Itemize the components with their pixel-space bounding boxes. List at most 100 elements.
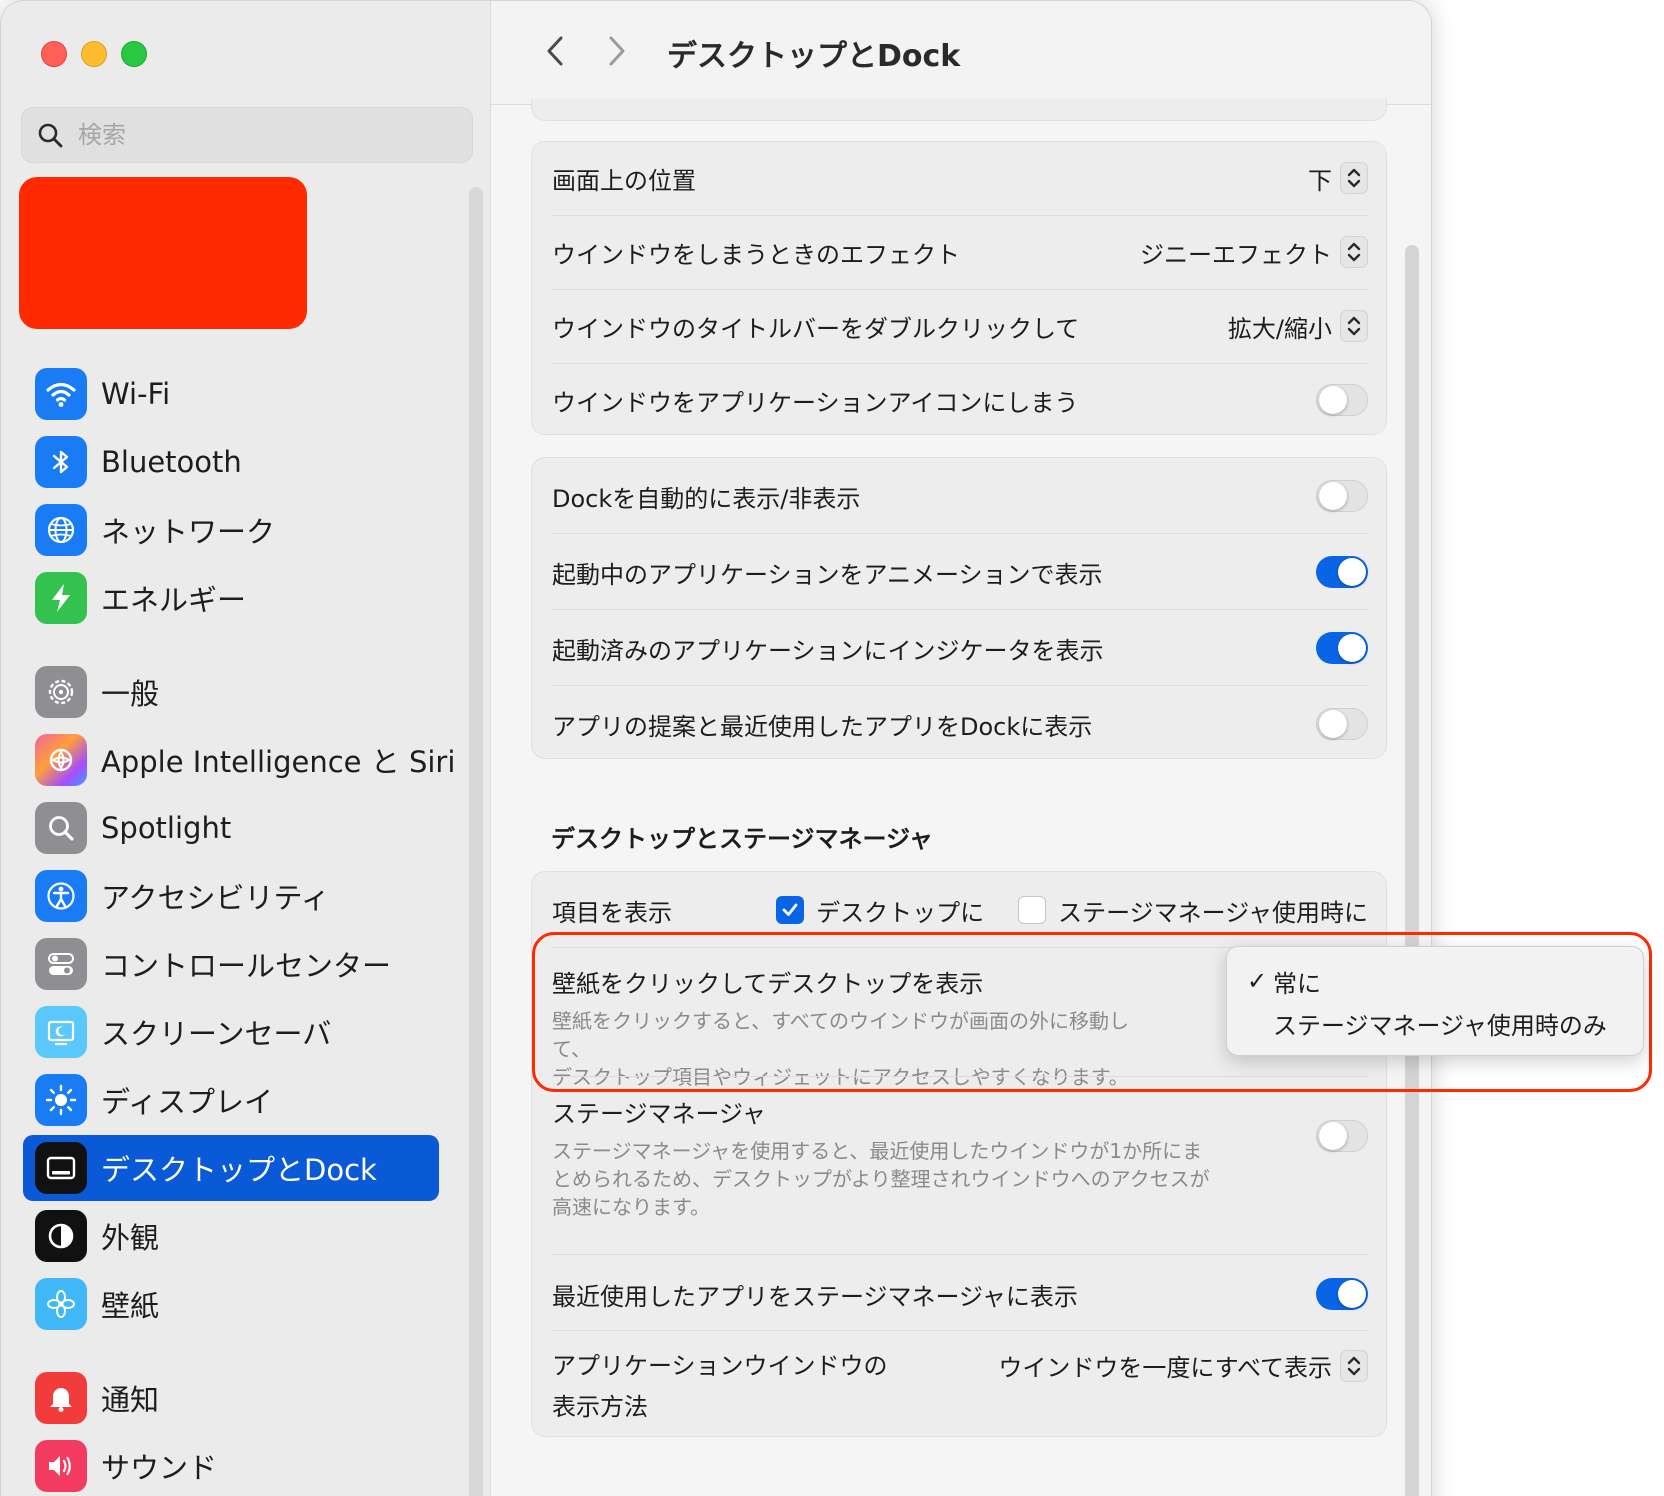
traffic-lights xyxy=(41,41,147,67)
position-row: 画面上の位置 下 xyxy=(552,158,1368,198)
toggles-icon xyxy=(35,938,87,990)
redacted-account-block[interactable] xyxy=(19,177,307,329)
position-popup[interactable]: 下 xyxy=(1308,161,1368,196)
sidebar-scrollbar[interactable] xyxy=(469,187,483,1496)
menu-item-always[interactable]: ✓ 常に xyxy=(1247,961,1321,1001)
accessibility-icon xyxy=(35,870,87,922)
menu-item-stage-only[interactable]: ステージマネージャ使用時のみ xyxy=(1247,1003,1607,1043)
sidebar-item-network[interactable]: ネットワーク xyxy=(23,497,439,563)
app-windows-popup[interactable]: ウインドウを一度にすべて表示 xyxy=(998,1348,1368,1383)
stage-checkbox-label: ステージマネージャ使用時に xyxy=(1058,898,1368,927)
sidebar-item-wallpaper[interactable]: 壁紙 xyxy=(23,1271,439,1337)
search-field[interactable] xyxy=(21,107,473,163)
show-items-row: 項目を表示 デスクトップに ステージマネージャ使用時に xyxy=(552,888,1368,932)
divider xyxy=(552,363,1368,364)
zoom-button[interactable] xyxy=(121,41,147,67)
sun-icon xyxy=(35,1074,87,1126)
sidebar-item-desktop-dock[interactable]: デスクトップとDock xyxy=(23,1135,439,1201)
sidebar-item-display[interactable]: ディスプレイ xyxy=(23,1067,439,1133)
sidebar-item-label: 通知 xyxy=(101,1383,160,1417)
speaker-icon xyxy=(35,1440,87,1492)
suggestions-label: アプリの提案と最近使用したアプリをDockに表示 xyxy=(552,712,1093,741)
click-wallpaper-desc-1: 壁紙をクリックすると、すべてのウインドウが画面の外に移動して、 xyxy=(552,1009,1129,1061)
bell-icon xyxy=(35,1372,87,1424)
back-button[interactable] xyxy=(535,31,575,71)
toggle-knob xyxy=(1338,558,1366,586)
bolt-icon xyxy=(35,572,87,624)
animate-toggle[interactable] xyxy=(1316,556,1368,588)
main-scrollbar[interactable] xyxy=(1405,245,1419,1496)
click-wallpaper-row: 壁紙をクリックしてデスクトップを表示 壁紙をクリックすると、すべてのウインドウが… xyxy=(552,964,1152,1091)
sidebar-item-label: ディスプレイ xyxy=(101,1085,273,1119)
divider xyxy=(552,533,1368,534)
position-label: 画面上の位置 xyxy=(552,166,696,195)
stage-manager-toggle[interactable] xyxy=(1316,1120,1368,1152)
updown-chevron-icon xyxy=(1340,236,1368,268)
section-title: デスクトップとステージマネージャ xyxy=(551,825,933,853)
show-items-label: 項目を表示 xyxy=(552,898,672,927)
divider xyxy=(552,1076,1368,1077)
divider xyxy=(552,685,1368,686)
sidebar-item-label: サウンド xyxy=(101,1451,218,1485)
sidebar-item-label: デスクトップとDock xyxy=(101,1153,377,1187)
suggestions-toggle[interactable] xyxy=(1316,708,1368,740)
recent-apps-toggle[interactable] xyxy=(1316,1278,1368,1310)
titlebar-doubleclick-value: 拡大/縮小 xyxy=(1227,314,1332,343)
divider xyxy=(552,1330,1368,1331)
show-items-options: デスクトップに ステージマネージャ使用時に xyxy=(776,893,1368,928)
autohide-toggle[interactable] xyxy=(1316,480,1368,512)
stage-manager-desc-1: ステージマネージャを使用すると、最近使用したウインドウが1か所にま xyxy=(552,1139,1203,1163)
minimize-to-icon-label: ウインドウをアプリケーションアイコンにしまう xyxy=(552,388,1079,417)
indicators-toggle[interactable] xyxy=(1316,632,1368,664)
page-title: デスクトップとDock xyxy=(667,39,961,74)
sidebar-item-wifi[interactable]: Wi-Fi xyxy=(23,361,439,427)
sidebar-item-siri[interactable]: Apple Intelligence と Siri xyxy=(23,727,455,793)
desktop-checkbox-option[interactable]: デスクトップに xyxy=(776,893,984,928)
divider xyxy=(552,289,1368,290)
desktop-checkbox[interactable] xyxy=(776,896,805,924)
updown-chevron-icon xyxy=(1340,1349,1368,1382)
toggle-knob xyxy=(1319,386,1347,414)
sidebar-item-label: コントロールセンター xyxy=(101,949,392,983)
appearance-icon xyxy=(35,1210,87,1262)
sidebar-item-label: スクリーンセーバ xyxy=(101,1017,332,1051)
gear-icon xyxy=(35,666,87,718)
minimize-effect-popup[interactable]: ジニーエフェクト xyxy=(1140,235,1368,270)
titlebar-doubleclick-label: ウインドウのタイトルバーをダブルクリックして xyxy=(552,314,1080,343)
sidebar-item-energy[interactable]: エネルギー xyxy=(23,565,439,631)
sidebar-item-bluetooth[interactable]: Bluetooth xyxy=(23,429,439,495)
dock-settings-group: 画面上の位置 下 ウインドウをしまうときのエフェクト ジニーエフェクト ウインド… xyxy=(531,141,1387,435)
minimize-to-icon-toggle[interactable] xyxy=(1316,384,1368,416)
titlebar-doubleclick-row: ウインドウのタイトルバーをダブルクリックして 拡大/縮小 xyxy=(552,306,1368,346)
stage-checkbox[interactable] xyxy=(1018,896,1047,924)
minimize-button[interactable] xyxy=(81,41,107,67)
sidebar-item-spotlight[interactable]: Spotlight xyxy=(23,795,439,861)
search-input[interactable] xyxy=(78,121,438,149)
sidebar-item-notifications[interactable]: 通知 xyxy=(23,1365,439,1431)
sidebar-item-control-center[interactable]: コントロールセンター xyxy=(23,931,439,997)
titlebar-doubleclick-popup[interactable]: 拡大/縮小 xyxy=(1228,309,1368,344)
sidebar-item-label: アクセシビリティ xyxy=(101,881,330,915)
toggle-knob xyxy=(1319,1122,1347,1150)
animate-label: 起動中のアプリケーションをアニメーションで表示 xyxy=(552,560,1103,589)
sidebar-item-accessibility[interactable]: アクセシビリティ xyxy=(23,863,439,929)
sidebar-item-screensaver[interactable]: スクリーンセーバ xyxy=(23,999,439,1065)
stage-checkbox-option[interactable]: ステージマネージャ使用時に xyxy=(1018,893,1368,928)
app-windows-value: ウインドウを一度にすべて表示 xyxy=(998,1354,1332,1382)
click-wallpaper-label: 壁紙をクリックしてデスクトップを表示 xyxy=(552,970,984,998)
stage-manager-desc-3: 高速になります。 xyxy=(552,1195,710,1219)
sidebar-item-general[interactable]: 一般 xyxy=(23,659,439,725)
divider xyxy=(552,215,1368,216)
sidebar: Wi-Fi Bluetooth ネットワーク エネルギー xyxy=(1,1,491,1496)
app-windows-label-2: 表示方法 xyxy=(552,1393,648,1421)
toggle-knob xyxy=(1319,710,1347,738)
forward-button[interactable] xyxy=(597,31,637,71)
minimize-effect-row: ウインドウをしまうときのエフェクト ジニーエフェクト xyxy=(552,232,1368,272)
chevron-left-icon xyxy=(547,36,563,66)
siri-icon xyxy=(35,734,87,786)
sidebar-item-appearance[interactable]: 外観 xyxy=(23,1203,439,1269)
close-button[interactable] xyxy=(41,41,67,67)
menu-item-label: 常に xyxy=(1273,969,1321,998)
sidebar-item-sound[interactable]: サウンド xyxy=(23,1433,439,1496)
autohide-row: Dockを自動的に表示/非表示 xyxy=(552,474,1368,518)
